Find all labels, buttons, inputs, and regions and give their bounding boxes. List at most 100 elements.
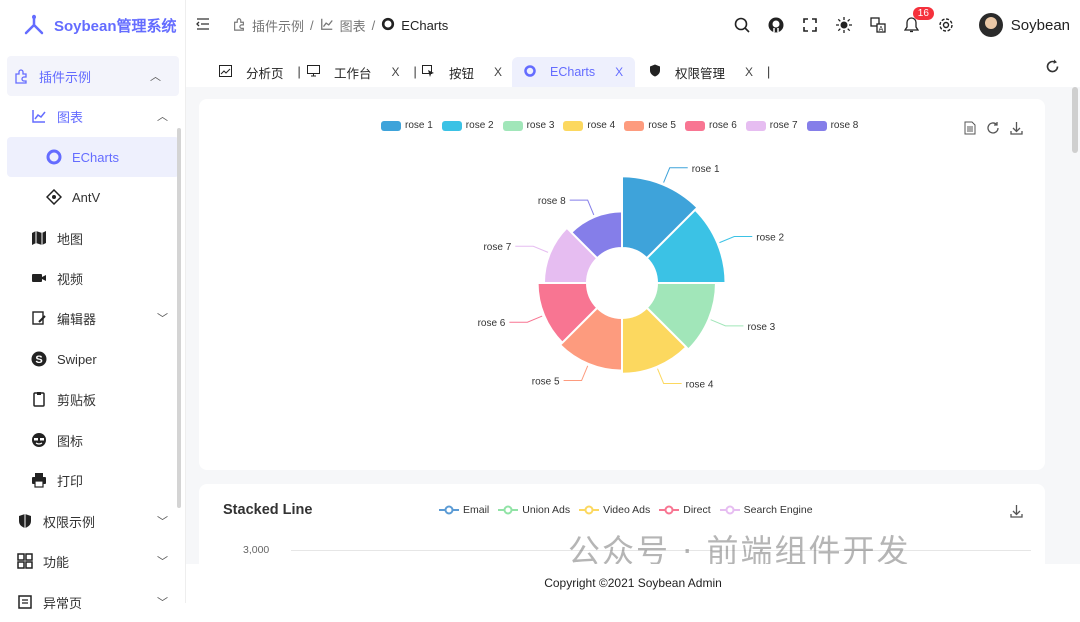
cursor-icon: [422, 64, 435, 80]
sidebar: Soybean管理系统 插件示例 ︿ 图表 ︿ ECharts AntV 地图: [0, 0, 186, 611]
header: 插件示例 / 图表 / ECharts A 16 Soybean: [186, 0, 1080, 50]
menu-collapse-icon[interactable]: [196, 17, 210, 34]
tab-buttons[interactable]: 按钮 X: [422, 57, 502, 87]
legend-item[interactable]: Video Ads: [579, 504, 650, 516]
tab-analysis[interactable]: 分析页 |: [219, 57, 301, 87]
close-icon[interactable]: X: [615, 65, 623, 79]
legend-item[interactable]: Search Engine: [719, 504, 813, 516]
legend-line-marker: [659, 505, 680, 515]
breadcrumb-item-plugins[interactable]: 插件示例: [252, 16, 304, 35]
label-line: [710, 319, 744, 327]
breadcrumb-separator: /: [371, 17, 376, 33]
label-line: [563, 365, 589, 382]
shield-icon: [17, 513, 33, 529]
label-line: [663, 167, 688, 183]
tab-divider: |: [297, 65, 301, 79]
sidebar-item-plugins[interactable]: 插件示例 ︿: [7, 56, 179, 96]
chevron-down-icon: ﹀: [157, 556, 168, 568]
sidebar-scrollbar[interactable]: [177, 128, 181, 508]
translate-icon[interactable]: A: [861, 17, 895, 33]
legend-line-marker: [579, 505, 600, 515]
legend-item[interactable]: Direct: [659, 504, 711, 516]
printer-icon: [31, 472, 47, 488]
sidebar-item-map[interactable]: 地图: [0, 218, 186, 258]
sidebar-item-exception[interactable]: 异常页 ﹀: [0, 582, 186, 622]
tab-permission[interactable]: 权限管理 X |: [649, 57, 770, 87]
label-line: [509, 315, 543, 323]
slice-label: rose 5: [532, 377, 560, 388]
chevron-down-icon: ﹀: [157, 313, 168, 325]
tab-echarts[interactable]: ECharts X: [512, 57, 636, 87]
editor-icon: [31, 310, 47, 326]
tab-divider: |: [767, 65, 771, 79]
slice-label: rose 7: [483, 242, 511, 253]
sidebar-item-charts[interactable]: 图表 ︿: [0, 96, 186, 136]
legend-label: Email: [463, 504, 490, 516]
chart-icon: [31, 108, 47, 124]
github-icon[interactable]: [759, 17, 793, 33]
plugin-icon: [232, 17, 246, 34]
breadcrumb-item-charts[interactable]: 图表: [340, 16, 366, 35]
line-chart-legend: Email Union Ads Video Ads Direct Search Engi…: [439, 504, 813, 516]
avatar[interactable]: [978, 13, 1003, 37]
sidebar-item-icons[interactable]: 图标: [0, 420, 186, 460]
legend-item[interactable]: Union Ads: [498, 504, 570, 516]
chart-icon: [320, 17, 334, 34]
chevron-up-icon: ︿: [150, 71, 161, 83]
chart-title: Stacked Line: [223, 502, 313, 518]
sidebar-item-echarts[interactable]: ECharts: [7, 137, 179, 177]
slice-label: rose 1: [692, 164, 720, 175]
label-line: [657, 368, 682, 384]
tab-divider: |: [413, 65, 417, 79]
legend-line-marker: [439, 505, 459, 515]
footer: Copyright ©2021 Soybean Admin: [186, 564, 1080, 603]
sidebar-item-permission[interactable]: 权限示例 ﹀: [0, 501, 186, 541]
main-content: rose 1 rose 2 rose 3 rose 4 rose 5 rose 6 rose…: [186, 87, 1080, 564]
sidebar-item-video[interactable]: 视频: [0, 258, 186, 298]
rose-chart: rose 1 rose 2 rose 3 rose 4 rose 5 rose 6 rose…: [478, 164, 785, 391]
face-icon: [31, 432, 47, 448]
legend-label: Video Ads: [603, 504, 651, 516]
gear-icon[interactable]: [929, 17, 963, 33]
antv-icon: [46, 189, 62, 205]
legend-label: Union Ads: [522, 504, 571, 516]
theme-sun-icon[interactable]: [827, 17, 861, 33]
label-line: [719, 235, 753, 244]
app-logo[interactable]: Soybean管理系统: [0, 0, 185, 50]
slice-label: rose 8: [538, 196, 566, 207]
close-icon[interactable]: X: [745, 65, 753, 79]
tab-bar: 分析页 | 工作台 X | 按钮 X ECharts X 权限管理 X |: [186, 57, 1080, 87]
svg-text:S: S: [35, 354, 42, 366]
tab-workbench[interactable]: 工作台 X |: [307, 57, 417, 87]
download-icon[interactable]: [1010, 504, 1023, 521]
sidebar-item-editor[interactable]: 编辑器 ﹀: [0, 298, 186, 338]
refresh-icon[interactable]: [1045, 59, 1060, 78]
swiper-icon: S: [31, 351, 47, 367]
sidebar-item-functions[interactable]: 功能 ﹀: [0, 541, 186, 581]
sidebar-item-swiper[interactable]: S Swiper: [0, 339, 186, 379]
content-scrollbar[interactable]: [1072, 87, 1078, 153]
slice-label: rose 4: [686, 379, 714, 390]
monitor-icon: [307, 64, 320, 80]
sidebar-item-clipboard[interactable]: 剪贴板: [0, 379, 186, 419]
clipboard-icon: [31, 391, 47, 407]
slice-label: rose 2: [756, 232, 784, 243]
legend-label: Search Engine: [743, 504, 813, 516]
fullscreen-icon[interactable]: [793, 18, 827, 32]
logo-icon: [24, 14, 44, 35]
notification-bell-icon[interactable]: 16: [895, 7, 934, 33]
username[interactable]: Soybean: [1011, 17, 1070, 34]
close-icon[interactable]: X: [494, 65, 502, 79]
label-line: [569, 199, 595, 216]
legend-item[interactable]: Email: [439, 504, 489, 516]
search-icon[interactable]: [725, 17, 759, 33]
sidebar-item-antv[interactable]: AntV: [0, 177, 186, 217]
close-icon[interactable]: X: [392, 65, 400, 79]
slice-label: rose 3: [747, 322, 775, 333]
sidebar-item-print[interactable]: 打印: [0, 460, 186, 500]
legend-line-marker: [498, 505, 519, 515]
breadcrumb-item-echarts[interactable]: ECharts: [401, 18, 448, 33]
file-icon: [17, 594, 33, 610]
breadcrumb-separator: /: [310, 17, 314, 33]
plugin-icon: [13, 68, 29, 84]
